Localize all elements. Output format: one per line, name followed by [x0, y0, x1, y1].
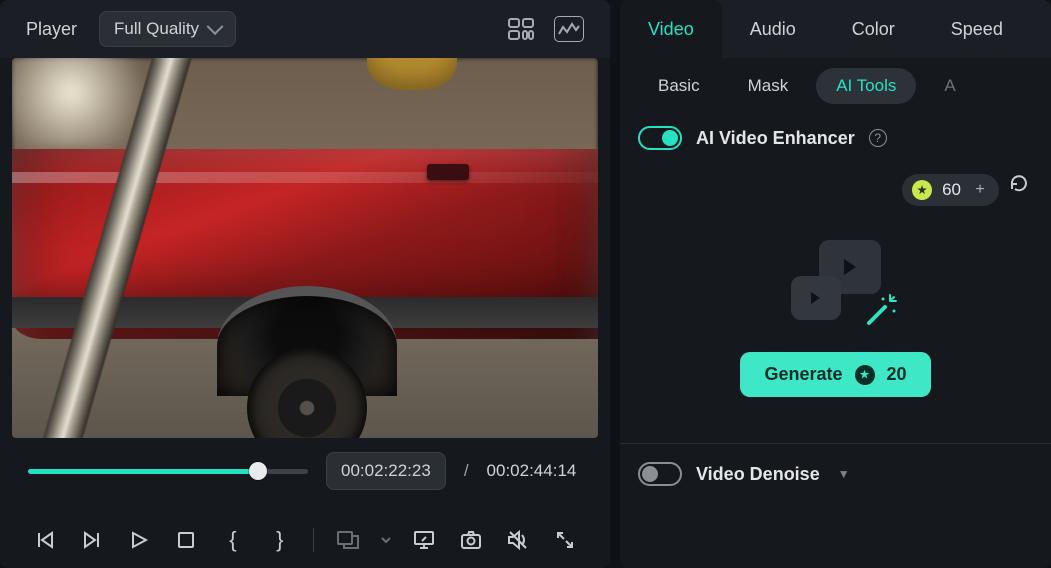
- generate-label: Generate: [764, 364, 842, 385]
- video-denoise-header: Video Denoise ▼: [638, 444, 1033, 498]
- mark-out-button[interactable]: }: [262, 522, 297, 558]
- display-settings-button[interactable]: [406, 522, 441, 558]
- fullscreen-button[interactable]: [547, 522, 582, 558]
- mute-button[interactable]: [500, 522, 535, 558]
- video-denoise-title: Video Denoise: [696, 464, 820, 485]
- current-time[interactable]: 00:02:22:23: [326, 452, 446, 490]
- player-panel: Player Full Quality: [0, 0, 610, 568]
- tab-color[interactable]: Color: [824, 0, 923, 58]
- credits-value: 60: [942, 180, 961, 200]
- video-preview[interactable]: [12, 58, 598, 438]
- illustration-thumb-small: [791, 276, 841, 320]
- seek-fill: [28, 469, 258, 474]
- subtab-basic[interactable]: Basic: [638, 68, 720, 104]
- time-separator: /: [464, 461, 469, 481]
- generate-coin-icon: [855, 365, 875, 385]
- prev-frame-button[interactable]: [28, 522, 63, 558]
- refresh-icon[interactable]: [1009, 174, 1029, 206]
- seek-bar[interactable]: [28, 461, 308, 481]
- inspector-panel: Video Audio Color Speed Basic Mask AI To…: [620, 0, 1051, 568]
- generate-cost: 20: [887, 364, 907, 385]
- sparkle-wand-icon: [863, 293, 899, 334]
- inspector-main-tabs: Video Audio Color Speed: [620, 0, 1051, 58]
- control-divider: [313, 528, 314, 552]
- player-controls: 00:02:22:23 / 00:02:44:14 { }: [0, 438, 610, 568]
- player-topbar: Player Full Quality: [0, 0, 610, 58]
- credits-chip[interactable]: 60 +: [902, 174, 999, 206]
- play-button[interactable]: [122, 522, 157, 558]
- subtab-more[interactable]: A: [924, 68, 975, 104]
- next-frame-button[interactable]: [75, 522, 110, 558]
- ai-enhancer-toggle[interactable]: [638, 126, 682, 150]
- crop-fit-more-button[interactable]: [377, 522, 394, 558]
- ai-enhancer-header: AI Video Enhancer ?: [638, 114, 1033, 162]
- scopes-icon[interactable]: [554, 16, 584, 42]
- tab-speed[interactable]: Speed: [923, 0, 1031, 58]
- quality-dropdown[interactable]: Full Quality: [99, 11, 236, 47]
- quality-selected-label: Full Quality: [114, 19, 199, 39]
- seek-thumb[interactable]: [249, 462, 267, 480]
- ai-enhancer-title: AI Video Enhancer: [696, 128, 855, 149]
- crop-fit-button[interactable]: [330, 522, 365, 558]
- tab-audio[interactable]: Audio: [722, 0, 824, 58]
- enhancer-illustration: [638, 212, 1033, 334]
- mark-in-button[interactable]: {: [216, 522, 251, 558]
- add-credits-button[interactable]: +: [971, 181, 989, 199]
- subtab-ai-tools[interactable]: AI Tools: [816, 68, 916, 104]
- credits-bar: 60 +: [638, 162, 1033, 212]
- total-time: 00:02:44:14: [487, 461, 577, 481]
- inspector-sub-tabs: Basic Mask AI Tools A: [620, 58, 1051, 114]
- player-title: Player: [26, 19, 77, 40]
- generate-button[interactable]: Generate 20: [740, 352, 930, 397]
- stop-button[interactable]: [169, 522, 204, 558]
- help-icon[interactable]: ?: [869, 129, 887, 147]
- coin-icon: [912, 180, 932, 200]
- subtab-mask[interactable]: Mask: [728, 68, 809, 104]
- snapshot-button[interactable]: [453, 522, 488, 558]
- layout-grid-icon[interactable]: [504, 14, 538, 44]
- tab-video[interactable]: Video: [620, 0, 722, 58]
- video-denoise-toggle[interactable]: [638, 462, 682, 486]
- chevron-down-icon[interactable]: ▼: [838, 467, 850, 481]
